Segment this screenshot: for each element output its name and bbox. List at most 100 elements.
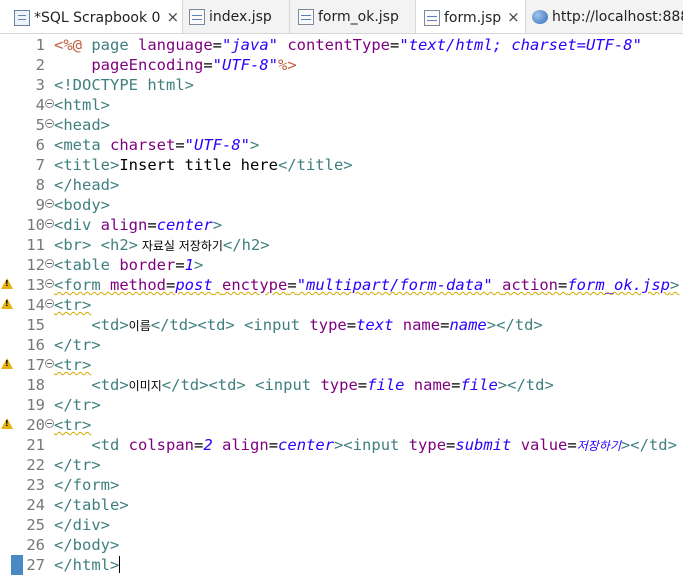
line-gutter: 9	[0, 195, 54, 215]
code-line[interactable]: 3 <!DOCTYPE html>	[0, 75, 683, 95]
fold-toggle-icon[interactable]	[45, 419, 54, 428]
fold-toggle-icon[interactable]	[45, 119, 54, 128]
code-line[interactable]: 2 pageEncoding="UTF-8"%>	[0, 55, 683, 75]
code-line[interactable]: 16 </tr>	[0, 335, 683, 355]
code-token: </title>	[277, 156, 353, 174]
code-token: =	[390, 36, 400, 54]
code-token: "text/html; charset=UTF-8"	[399, 36, 642, 54]
line-gutter: 25	[0, 515, 54, 535]
code-line[interactable]: 18 <td>이미지</td><td> <input type=file nam…	[0, 375, 683, 395]
code-token: center	[156, 216, 213, 234]
code-token: language	[138, 36, 213, 54]
line-number: 20	[26, 416, 45, 434]
fold-toggle-icon[interactable]	[45, 219, 54, 228]
code-token: <!DOCTYPE html>	[54, 76, 194, 94]
code-token: <input	[255, 376, 321, 394]
code-line[interactable]: 20 <tr>	[0, 415, 683, 435]
code-token: post	[175, 276, 213, 294]
code-token: >	[334, 436, 344, 454]
code-line[interactable]: 21 <td colspan=2 align=center><input typ…	[0, 435, 683, 455]
tab-label: http://localhost:8888	[552, 9, 683, 25]
warning-icon[interactable]	[1, 418, 13, 429]
text-cursor	[119, 556, 121, 573]
code-token: =	[166, 276, 176, 294]
jsp-file-icon	[189, 9, 205, 25]
code-token: </form>	[54, 476, 120, 494]
code-line[interactable]: 11 <br> <h2> 자료실 저장하기</h2>	[0, 235, 683, 255]
code-text: <html>	[54, 95, 110, 115]
tab-form-ok-jsp[interactable]: form_ok.jsp	[290, 0, 416, 33]
code-line[interactable]: 4 <html>	[0, 95, 683, 115]
code-token: <body>	[54, 196, 110, 214]
code-token: </tr>	[54, 456, 101, 474]
fold-toggle-icon[interactable]	[45, 359, 54, 368]
code-line[interactable]: 8 </head>	[0, 175, 683, 195]
tab-form-jsp[interactable]: form.jsp ×	[416, 0, 526, 33]
line-number: 26	[26, 536, 45, 554]
code-line[interactable]: 27 </html>	[0, 555, 683, 575]
warning-icon[interactable]	[1, 358, 13, 369]
code-token: =	[175, 136, 185, 154]
line-gutter: 18	[0, 375, 54, 395]
code-line[interactable]: 15 <td>이름</td><td> <input type=text name…	[0, 315, 683, 335]
code-token: <td	[91, 436, 129, 454]
code-token: file	[460, 376, 498, 394]
warning-underline: <tr>	[54, 356, 91, 374]
code-line[interactable]: 12 <table border=1>	[0, 255, 683, 275]
code-token: =	[346, 316, 357, 334]
code-text: <br> <h2> 자료실 저장하기</h2>	[54, 235, 270, 255]
code-token: <td>	[91, 376, 129, 394]
line-number: 19	[26, 396, 45, 414]
code-line[interactable]: 1 <%@ page language="java" contentType="t…	[0, 35, 683, 55]
code-line[interactable]: 14 <tr>	[0, 295, 683, 315]
fold-toggle-icon[interactable]	[45, 199, 54, 208]
tab-sql-scrapbook[interactable]: *SQL Scrapbook 0 ×	[0, 0, 183, 33]
code-token: </table>	[54, 496, 129, 514]
code-token: submit	[455, 436, 512, 454]
close-icon[interactable]: ×	[166, 10, 179, 25]
code-line[interactable]: 9 <body>	[0, 195, 683, 215]
code-line[interactable]: 25 </div>	[0, 515, 683, 535]
code-line[interactable]: 26 </body>	[0, 535, 683, 555]
code-line[interactable]: 10 <div align=center>	[0, 215, 683, 235]
line-gutter: 26	[0, 535, 54, 555]
fold-toggle-icon[interactable]	[45, 259, 54, 268]
code-line[interactable]: 22 </tr>	[0, 455, 683, 475]
warning-icon[interactable]	[1, 278, 13, 289]
code-token: <form	[54, 276, 110, 294]
tab-index-jsp[interactable]: index.jsp	[183, 0, 290, 33]
code-token: name	[449, 316, 487, 334]
code-line[interactable]: 5 <head>	[0, 115, 683, 135]
tab-localhost-browser[interactable]: http://localhost:8888	[526, 0, 683, 33]
close-icon[interactable]: ×	[507, 10, 520, 25]
code-editor[interactable]: 1 <%@ page language="java" contentType="t…	[0, 34, 683, 584]
code-token: <table	[54, 256, 120, 274]
code-line[interactable]: 17 <tr>	[0, 355, 683, 375]
fold-toggle-icon[interactable]	[45, 99, 54, 108]
line-number: 25	[26, 516, 45, 534]
tab-label: index.jsp	[209, 9, 272, 25]
code-token: =	[147, 216, 157, 234]
code-token: <tr>	[54, 416, 92, 434]
code-line[interactable]: 6 <meta charset="UTF-8">	[0, 135, 683, 155]
sql-scrapbook-icon	[14, 9, 30, 26]
code-text: <div align=center>	[54, 215, 222, 235]
line-gutter: 2	[0, 55, 54, 75]
code-line[interactable]: 23 </form>	[0, 475, 683, 495]
line-number: 11	[26, 236, 45, 254]
code-line[interactable]: 13<form method=post enctype="multipart/f…	[0, 275, 683, 295]
tab-label: *SQL Scrapbook 0	[34, 9, 161, 26]
fold-toggle-icon[interactable]	[45, 279, 54, 288]
code-token: contentType	[287, 36, 390, 54]
fold-toggle-icon[interactable]	[45, 299, 54, 308]
line-gutter: 6	[0, 135, 54, 155]
line-gutter: 7	[0, 155, 54, 175]
line-gutter: 23	[0, 475, 54, 495]
code-line[interactable]: 7 <title>Insert title here</title>	[0, 155, 683, 175]
code-line[interactable]: 19 </tr>	[0, 395, 683, 415]
line-gutter: 10	[0, 215, 54, 235]
warning-icon[interactable]	[1, 298, 13, 309]
code-line[interactable]: 24 </table>	[0, 495, 683, 515]
